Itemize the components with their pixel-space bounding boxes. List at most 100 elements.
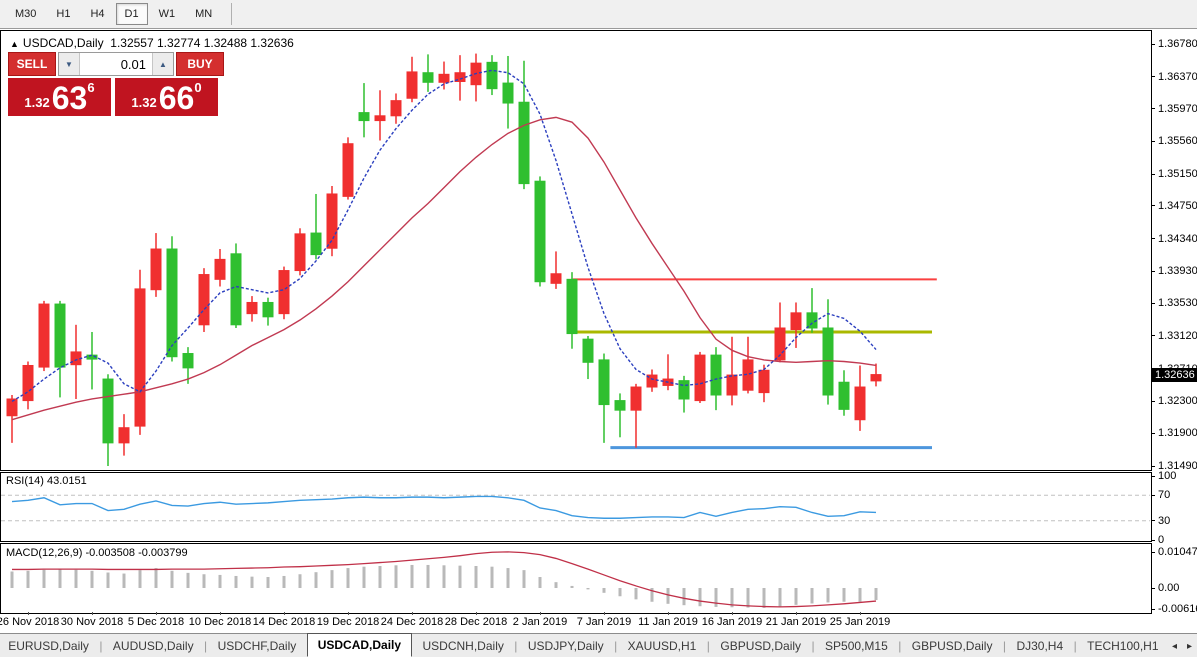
timeframe-button-h1[interactable]: H1: [47, 3, 79, 25]
rsi-axis-label: 30: [1158, 514, 1171, 527]
tab-separator: |: [811, 639, 815, 653]
trading-terminal: M30 H1 H4 D1 W1 MN ▲ USDCAD,Daily 1.32557 1.32…: [0, 0, 1197, 657]
symbol-name: USDCAD,Daily: [22, 36, 104, 50]
price-axis-label: 1.34750: [1158, 199, 1197, 212]
price-axis-label: 1.36370: [1158, 70, 1197, 83]
chart-tab-tech100-h1[interactable]: TECH100,H1: [1081, 636, 1164, 656]
date-axis-tick: [796, 612, 797, 615]
chart-tab-audusd-daily[interactable]: AUDUSD,Daily: [107, 636, 200, 656]
volume-input[interactable]: [80, 53, 152, 75]
toolbar-separator: [231, 3, 233, 25]
volume-decrease-icon[interactable]: ▼: [59, 53, 80, 75]
price-axis-label: 1.31900: [1158, 427, 1197, 440]
chart-tab-gbpusd-daily[interactable]: GBPUSD,Daily: [714, 636, 807, 656]
price-axis-tick: [1151, 140, 1155, 142]
rsi-indicator-chart: [0, 472, 1152, 542]
date-axis-label: 10 Dec 2018: [188, 616, 252, 628]
macd-label: MACD(12,26,9) -0.003508 -0.003799: [6, 547, 188, 559]
tabs-scroll-left-icon[interactable]: ◂: [1167, 641, 1182, 652]
price-axis-label: 1.35970: [1158, 102, 1197, 115]
price-axis-tick: [1151, 205, 1155, 207]
date-axis-tick: [412, 612, 413, 615]
timeframe-button-d1[interactable]: D1: [115, 3, 148, 25]
symbol-marker-icon: ▲: [10, 39, 19, 49]
chart-tab-gbpusd-daily[interactable]: GBPUSD,Daily: [906, 636, 999, 656]
date-axis-label: 21 Jan 2019: [765, 616, 827, 628]
date-axis: 26 Nov 2018 30 Nov 2018 5 Dec 2018 10 Dec 2…: [0, 612, 1152, 633]
volume-increase-icon[interactable]: ▲: [152, 53, 173, 75]
date-axis-tick: [220, 612, 221, 615]
date-axis-label: 14 Dec 2018: [252, 616, 316, 628]
rsi-axis-tick: [1151, 475, 1155, 477]
chart-tab-xauusd-h1[interactable]: XAUUSD,H1: [622, 636, 703, 656]
bid-price-big: 63: [51, 80, 88, 116]
date-axis-label: 26 Nov 2018: [0, 616, 60, 628]
chart-tab-usdcnh-daily[interactable]: USDCNH,Daily: [417, 636, 510, 656]
date-axis-tick: [284, 612, 285, 615]
macd-axis-tick: [1151, 587, 1155, 589]
symbol-ohlc: 1.32557 1.32774 1.32488 1.32636: [110, 36, 294, 50]
chart-tab-usdjpy-daily[interactable]: USDJPY,Daily: [522, 636, 610, 656]
date-axis-label: 25 Jan 2019: [829, 616, 891, 628]
price-axis-label: 1.32300: [1158, 395, 1197, 408]
price-axis-tick: [1151, 302, 1155, 304]
price-axis-label: 1.36780: [1158, 38, 1197, 50]
price-axis-tick: [1151, 173, 1155, 175]
ask-price-prefix: 1.32: [131, 95, 157, 110]
tab-separator: |: [204, 639, 208, 653]
date-axis-tick: [540, 612, 541, 615]
price-axis-label: 1.34340: [1158, 232, 1197, 245]
price-axis-tick: [1151, 335, 1155, 337]
tab-separator: |: [1002, 639, 1007, 653]
rsi-axis-tick: [1151, 494, 1155, 496]
tab-separator: |: [706, 639, 710, 653]
price-axis-label: 1.33120: [1158, 329, 1197, 342]
macd-axis-tick: [1151, 551, 1155, 553]
chart-tab-usdcad-daily[interactable]: USDCAD,Daily: [306, 633, 413, 657]
price-axis-tick: [1151, 43, 1155, 45]
tabs-scroll-right-icon[interactable]: ▸: [1182, 641, 1197, 652]
price-axis-tick: [1151, 108, 1155, 110]
date-axis-tick: [476, 612, 477, 615]
tab-separator: |: [898, 639, 902, 653]
date-axis-label: 11 Jan 2019: [638, 616, 698, 628]
date-axis-tick: [348, 612, 349, 615]
ask-price-sup: 0: [194, 80, 202, 95]
bid-price-sup: 6: [87, 80, 95, 95]
timeframe-button-mn[interactable]: MN: [186, 3, 221, 25]
rsi-label: RSI(14) 43.0151: [6, 475, 87, 487]
date-axis-tick: [92, 612, 93, 615]
bid-price-box[interactable]: 1.32 63 6: [8, 78, 111, 116]
bid-price-prefix: 1.32: [24, 95, 50, 110]
price-axis-label: 1.35150: [1158, 168, 1197, 181]
chart-tab-sp500-m15[interactable]: SP500,M15: [819, 636, 894, 656]
timeframe-button-w1[interactable]: W1: [150, 3, 185, 25]
one-click-trade-widget: SELL ▼ ▲ BUY 1.32 63 6 1.32 66 0: [8, 52, 230, 116]
sell-button[interactable]: SELL: [8, 52, 56, 76]
chart-tab-dj30-h4[interactable]: DJ30,H4: [1010, 636, 1069, 656]
price-axis-label: 1.33530: [1158, 297, 1197, 310]
date-axis-label: 16 Jan 2019: [701, 616, 763, 628]
price-axis-tick: [1151, 238, 1155, 240]
chart-tab-usdchf-daily[interactable]: USDCHF,Daily: [212, 636, 303, 656]
chart-tab-bar: EURUSD,Daily | AUDUSD,Daily | USDCHF,Daily US…: [0, 633, 1197, 657]
tab-separator: |: [1073, 639, 1077, 653]
timeframe-button-m30[interactable]: M30: [6, 3, 45, 25]
chart-tab-eurusd-daily[interactable]: EURUSD,Daily: [2, 636, 95, 656]
price-axis-tick: [1151, 432, 1155, 434]
date-axis-label: 7 Jan 2019: [576, 616, 632, 628]
volume-spinner: ▼ ▲: [58, 52, 174, 76]
tab-separator: |: [99, 639, 103, 653]
rsi-axis-label: 70: [1158, 489, 1171, 502]
price-axis-label: 1.33930: [1158, 265, 1197, 278]
timeframe-button-h4[interactable]: H4: [81, 3, 113, 25]
macd-axis-label: 0.00: [1158, 582, 1180, 594]
timeframe-toolbar: M30 H1 H4 D1 W1 MN: [0, 0, 1197, 29]
date-axis-tick: [668, 612, 669, 615]
date-axis-label: 5 Dec 2018: [127, 616, 185, 628]
date-axis-tick: [604, 612, 605, 615]
buy-button[interactable]: BUY: [176, 52, 224, 76]
date-axis-tick: [156, 612, 157, 615]
date-axis-label: 19 Dec 2018: [316, 616, 380, 628]
ask-price-box[interactable]: 1.32 66 0: [115, 78, 218, 116]
